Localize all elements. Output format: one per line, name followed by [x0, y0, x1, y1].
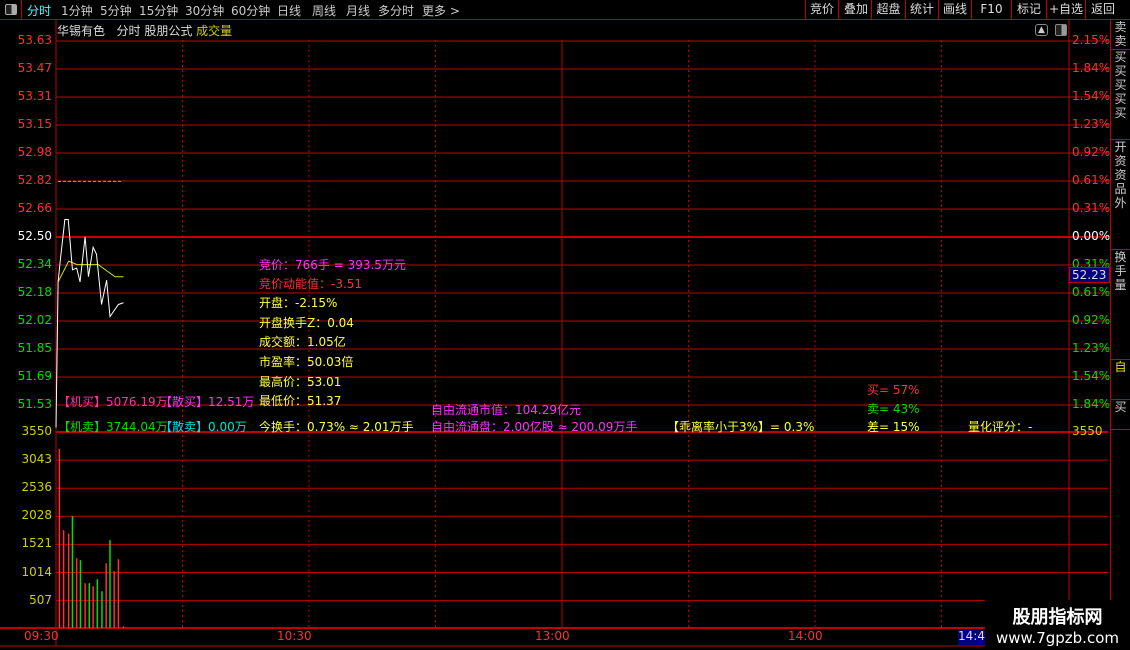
buy-pct: 买= 57% [867, 383, 920, 397]
open-pct: 开盘：-2.15% [259, 296, 338, 310]
price-axis-label: 51.53 [17, 397, 52, 411]
open-turnover: 开盘换手Z：0.04 [259, 316, 354, 330]
price-axis-label: 53.47 [17, 61, 52, 75]
side-tab-5[interactable]: 买 [1111, 400, 1130, 430]
side-tab-4[interactable]: 自 [1111, 360, 1130, 400]
side-tab-0[interactable]: 卖卖卖卖卖 [1111, 20, 1130, 50]
deviation: 【乖离率小于3%】= 0.3% [667, 420, 815, 434]
low-price: 最低价：51.37 [259, 394, 342, 408]
volume-axis-label: 2028 [21, 508, 52, 523]
price-axis-label: 52.98 [17, 145, 52, 159]
auction-momentum: 竞价动能值：-3.51 [259, 277, 363, 291]
pct-axis-label: 0.61% [1072, 285, 1111, 299]
retail-buy: 【散买】12.51万 [160, 395, 255, 409]
high-price: 最高价：53.01 [259, 375, 342, 389]
inst-sell: 【机卖】3744.04万 [58, 420, 168, 434]
right-side-tabs: 卖卖卖卖卖买买买买买开资资品外换手量自买 [1110, 20, 1130, 630]
volume-axis-label: 1014 [21, 564, 52, 579]
side-tab-2[interactable]: 开资资品外 [1111, 140, 1130, 250]
volume-axis-label: 3550 [21, 424, 52, 438]
auction-info: 竞价：766手 = 393.5万元 [259, 258, 406, 272]
intraday-chart[interactable] [0, 0, 1130, 650]
price-axis-label: 52.34 [17, 257, 52, 271]
volume-axis-label-right: 3550 [1072, 424, 1103, 438]
price-axis-label: 52.66 [17, 201, 52, 215]
price-axis-label: 52.82 [17, 173, 52, 187]
cursor-time: 14:4 [958, 629, 985, 645]
side-tab-3[interactable]: 换手量 [1111, 250, 1130, 360]
inst-buy: 【机买】5076.19万 [58, 395, 168, 409]
price-axis-label: 53.31 [17, 89, 52, 103]
float-shares: 自由流通盘：2.00亿股 ≈ 200.09万手 [431, 420, 638, 434]
watermark-title: 股朋指标网 [1012, 607, 1103, 628]
volume-axis-label: 2536 [21, 480, 52, 495]
time-axis-label: 10:30 [277, 629, 312, 643]
side-tab-1[interactable]: 买买买买买 [1111, 50, 1130, 140]
pct-axis-label: 0.00% [1072, 229, 1111, 243]
current-price-tag: 52.23 [1069, 267, 1110, 283]
pct-axis-label: 1.23% [1072, 117, 1111, 131]
sell-pct: 卖= 43% [867, 402, 920, 416]
float-value: 自由流通市值：104.29亿元 [431, 403, 581, 417]
price-axis-label: 53.63 [17, 33, 52, 47]
watermark-url: www.7gpzb.com [996, 629, 1119, 647]
pct-axis-label: 0.92% [1072, 313, 1111, 327]
pct-axis-label: 1.23% [1072, 341, 1111, 355]
quant-score: 量化评分：- [968, 420, 1033, 434]
pct-axis-label: 0.31% [1072, 201, 1111, 215]
price-axis-label: 52.02 [17, 313, 52, 327]
price-axis-label: 51.69 [17, 369, 52, 383]
time-axis-label: 09:30 [24, 629, 59, 643]
price-axis-label: 51.85 [17, 341, 52, 355]
time-axis-label: 13:00 [535, 629, 570, 643]
price-axis-label: 52.50 [17, 229, 52, 243]
pct-axis-label: 0.61% [1072, 173, 1111, 187]
retail-sell: 【散卖】0.00万 [160, 420, 247, 434]
pct-axis-label: 1.84% [1072, 397, 1111, 411]
price-axis-label: 53.15 [17, 117, 52, 131]
volume-axis-label: 507 [29, 592, 52, 607]
pe-ratio: 市盈率：50.03倍 [259, 355, 354, 369]
pct-axis-label: 1.84% [1072, 61, 1111, 75]
turnover: 今换手：0.73% ≈ 2.01万手 [259, 420, 414, 434]
volume-axis-label: 1521 [21, 536, 52, 551]
amount: 成交额：1.05亿 [259, 335, 346, 349]
price-axis-label: 52.18 [17, 285, 52, 299]
pct-axis-label: 1.54% [1072, 89, 1111, 103]
watermark: 股朋指标网 www.7gpzb.com [985, 600, 1130, 650]
volume-axis-label: 3043 [21, 452, 52, 467]
pct-axis-label: 2.15% [1072, 33, 1111, 47]
time-axis-label: 14:00 [788, 629, 823, 643]
pct-axis-label: 0.92% [1072, 145, 1111, 159]
pct-axis-label: 1.54% [1072, 369, 1111, 383]
diff-pct: 差= 15% [867, 420, 920, 434]
